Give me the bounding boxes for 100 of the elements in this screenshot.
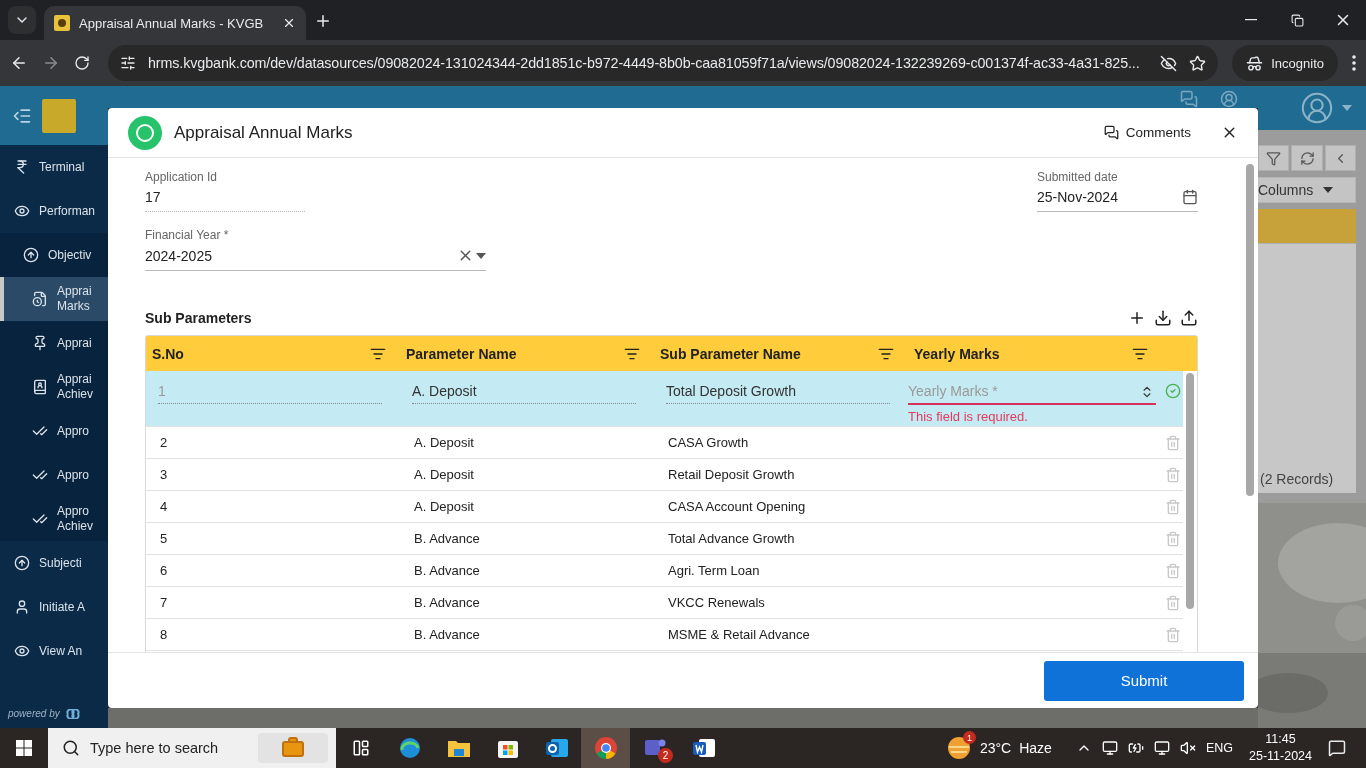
records-count: (2 Records): [1260, 471, 1334, 487]
menu-dots-icon: [1352, 55, 1356, 71]
download-icon[interactable]: [1154, 309, 1172, 327]
sidebar-item[interactable]: Appro: [0, 453, 108, 497]
sidebar-item[interactable]: Appro: [0, 409, 108, 453]
plus-icon: [314, 12, 332, 30]
column-header[interactable]: Parameter Name: [406, 345, 517, 362]
avatar-icon[interactable]: [1300, 91, 1334, 125]
browser-tab[interactable]: Appraisal Annual Marks - KVGB: [44, 6, 306, 40]
notification-badge: 2: [658, 748, 673, 763]
document-app-icon: [691, 737, 716, 759]
book-icon: [32, 379, 48, 395]
scrollbar-thumb[interactable]: [1186, 373, 1194, 609]
section-title: Sub Parameters: [145, 310, 252, 326]
table-cell-text: B. Advance: [413, 595, 481, 610]
chat-icon: [1103, 125, 1119, 140]
rupee-icon: [14, 159, 30, 175]
browser-menu-button[interactable]: [1352, 55, 1356, 71]
parameter-field[interactable]: A. Deposit: [412, 383, 636, 404]
eye-icon: [14, 203, 30, 219]
notifications-button[interactable]: [1328, 739, 1346, 757]
eye-off-icon[interactable]: [1160, 54, 1178, 72]
table-cell-text: 8: [159, 627, 169, 642]
sub-parameter-field[interactable]: Total Deposit Growth: [666, 383, 890, 404]
upload-icon[interactable]: [1180, 309, 1198, 327]
sidebar-item[interactable]: Apprai Achiev: [0, 365, 108, 409]
table-cell-text: Agri. Term Loan: [667, 563, 761, 578]
mute-icon[interactable]: [1179, 740, 1196, 756]
funnel-icon: [1266, 150, 1282, 166]
round-browser-icon: [593, 736, 618, 760]
refresh-button[interactable]: [1291, 145, 1323, 171]
forward-button[interactable]: [42, 54, 60, 72]
sidebar-item[interactable]: Terminal: [0, 145, 108, 189]
sun-haze-icon[interactable]: [945, 735, 972, 761]
table-cell-text: 4: [159, 499, 169, 514]
tab-list-button[interactable]: [8, 6, 36, 34]
taskbar-search-field[interactable]: Type here to search: [48, 728, 336, 768]
error-message: This field is required.: [908, 409, 1029, 424]
temperature-text[interactable]: 23°C: [979, 740, 1012, 756]
save-check-icon[interactable]: [1164, 383, 1181, 399]
column-header[interactable]: Sub Parameter Name: [660, 345, 801, 362]
caret-icon[interactable]: [476, 252, 486, 259]
sidebar-item[interactable]: Apprai Marks: [0, 277, 108, 321]
start-icon: [16, 740, 32, 756]
financial-year-dropdown[interactable]: Financial Year * 2024-2025: [145, 228, 486, 271]
add-icon[interactable]: [1128, 309, 1146, 327]
application-id-field[interactable]: Application Id 17: [145, 170, 305, 212]
sidebar-item[interactable]: Initiate A: [0, 585, 108, 629]
sidebar-item[interactable]: Performan: [0, 189, 108, 233]
minimize-icon: [1245, 19, 1257, 21]
columns-button[interactable]: Columns: [1258, 177, 1356, 203]
table-cell-text: 2: [159, 435, 169, 450]
language-indicator[interactable]: ENG: [1205, 741, 1233, 755]
bookmark-star-icon[interactable]: [1189, 54, 1207, 72]
filter-button[interactable]: [1258, 145, 1290, 171]
battery-icon[interactable]: [1127, 740, 1144, 756]
clock[interactable]: 11:45 25-11-2024: [1249, 731, 1312, 765]
sidebar-item[interactable]: Objectiv: [0, 233, 108, 277]
eye-icon: [14, 643, 30, 659]
display-icon[interactable]: [1101, 740, 1118, 756]
table-cell-text: B. Advance: [413, 563, 481, 578]
table-cell-text: B. Advance: [413, 627, 481, 642]
table-row[interactable]: 1 A. Deposit Total Deposit Growth Yearly Marks * This field is required.: [146, 371, 1183, 427]
sidebar-item[interactable]: Apprai: [0, 321, 108, 365]
reload-icon: [74, 55, 90, 71]
scrollbar-thumb[interactable]: [1246, 164, 1254, 496]
sidebar-item[interactable]: Subjecti: [0, 541, 108, 585]
table-cell-text: 5: [159, 531, 169, 546]
new-tab-button[interactable]: [314, 12, 332, 30]
marks-input-field[interactable]: Yearly Marks *: [908, 379, 1156, 405]
taskbar-app-button[interactable]: 2: [630, 728, 679, 768]
caret-icon: [1323, 187, 1334, 193]
table-cell-text: 3: [159, 467, 169, 482]
reload-button[interactable]: [74, 55, 90, 71]
dialog-title: Appraisal Annual Marks: [174, 122, 354, 143]
briefcase-icon: [281, 736, 305, 760]
incognito-button[interactable]: Incognito: [1232, 45, 1338, 81]
column-header[interactable]: Yearly Marks: [914, 345, 1000, 362]
submit-button[interactable]: Submit: [1044, 660, 1244, 701]
favicon-icon: [54, 15, 70, 31]
sidebar-item[interactable]: View An: [0, 629, 108, 673]
address-bar[interactable]: hrms.kvgbank.com/dev/datasources/09082024-131024344-2dd1851c-b972-4449-8b0b-caa81059f71a/views/09082024-132239269-c001374f-ac33-4a31-825...: [108, 45, 1219, 81]
table-cell-text: CASA Account Opening: [667, 499, 807, 514]
calendar-icon[interactable]: [1182, 189, 1198, 205]
weather-text[interactable]: Haze: [1019, 740, 1052, 756]
table-cell-text: VKCC Renewals: [667, 595, 766, 610]
hat-glasses-icon: [1246, 54, 1264, 72]
wave-browser-icon: [397, 736, 422, 760]
table-cell-text: MSME & Retail Advance: [667, 627, 811, 642]
column-header[interactable]: S.No: [152, 345, 184, 362]
sidebar-item[interactable]: Appro Achiev: [0, 497, 108, 541]
network-icon[interactable]: [1153, 740, 1170, 756]
date-field[interactable]: Submitted date 25-Nov-2024: [1037, 170, 1198, 212]
powered-by-text: powered by: [8, 708, 60, 719]
forward-arrow-icon: [42, 54, 60, 72]
back-button[interactable]: [10, 54, 28, 72]
site-info-icon[interactable]: [120, 55, 136, 71]
close-tab-icon[interactable]: [282, 16, 296, 30]
comments-button[interactable]: Comments: [1103, 125, 1191, 140]
restore-icon: [1290, 13, 1304, 27]
